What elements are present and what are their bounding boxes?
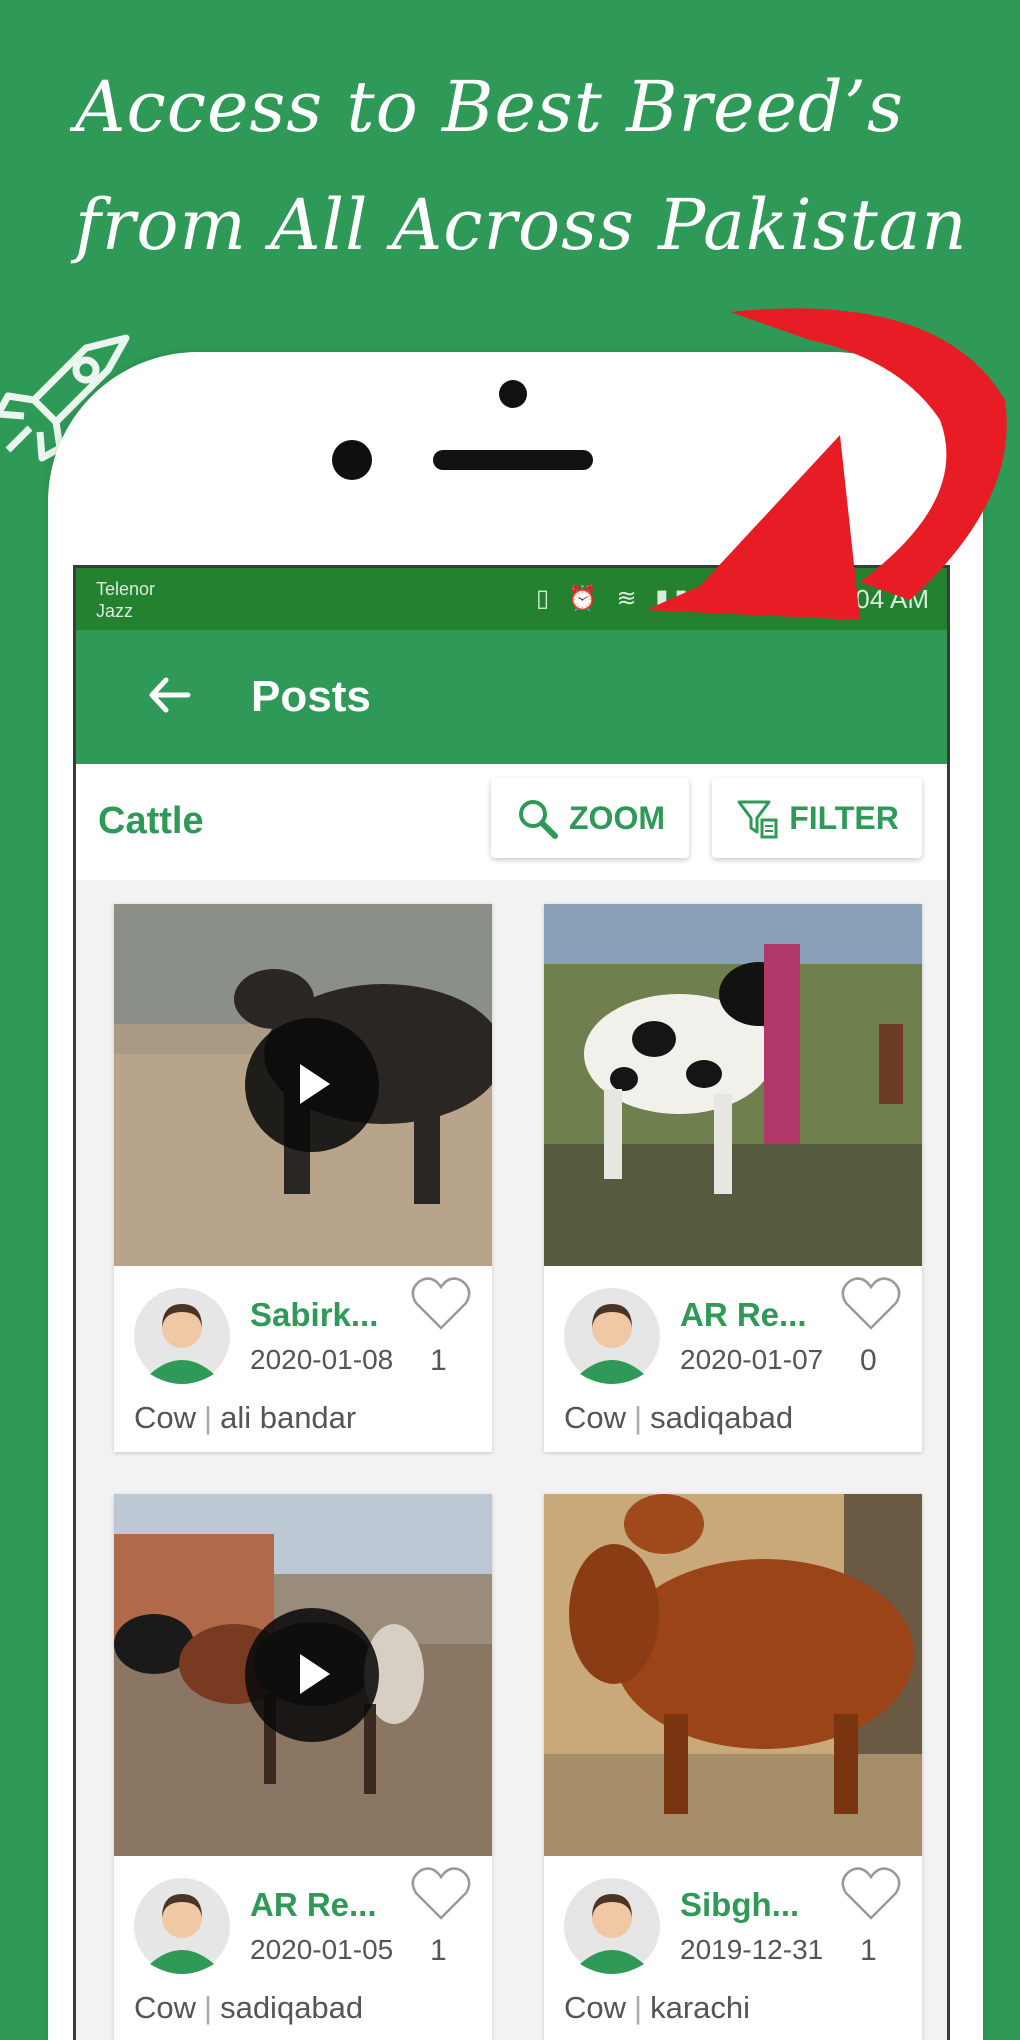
filter-button[interactable]: FILTER [712, 778, 922, 858]
like-count: 0 [860, 1344, 877, 1377]
like-count: 1 [430, 1934, 447, 1967]
post-card[interactable]: AR Re... 2020-01-07 0 Cow | sadiqabad [544, 904, 922, 1452]
like-count: 1 [860, 1934, 877, 1967]
curved-arrow-icon [646, 308, 1007, 620]
play-video-icon[interactable] [245, 1608, 379, 1742]
headline-line-1: Access to Best Breed’s [75, 66, 904, 148]
animal-type: Cow [564, 1990, 627, 2025]
avatar [134, 1288, 230, 1384]
zoom-button[interactable]: ZOOM [491, 778, 689, 858]
meta-separator: | [204, 1990, 213, 2025]
like-count: 1 [430, 1344, 447, 1377]
post-date: 2020-01-05 [250, 1934, 394, 1965]
phone-front-camera [332, 440, 372, 480]
zoom-icon [519, 800, 558, 839]
heart-icon[interactable] [410, 1864, 472, 1922]
filter-row: Cattle ZOOM FILTER [76, 764, 947, 880]
post-date: 2020-01-08 [250, 1344, 394, 1375]
meta-separator: | [634, 1990, 643, 2025]
seller-name[interactable]: AR Re... [250, 1886, 377, 1924]
heart-icon[interactable] [840, 1274, 902, 1332]
carrier-1: Telenor [96, 579, 156, 599]
headline-line-2: from All Across Pakistan [75, 184, 968, 266]
phone-sensor-dot [499, 380, 527, 408]
seller-name[interactable]: AR Re... [680, 1296, 807, 1334]
page-title: Posts [251, 672, 371, 721]
post-location: ali bandar [220, 1400, 357, 1435]
post-photo[interactable] [544, 904, 922, 1266]
post-photo[interactable] [544, 1494, 922, 1856]
category-label: Cattle [98, 800, 204, 842]
back-arrow-icon[interactable] [144, 670, 194, 720]
post-card[interactable]: AR Re... 2020-01-05 1 Cow | sadiqabad [114, 1494, 492, 2040]
carrier-2: Jazz [96, 601, 134, 621]
post-meta: Cow | sadiqabad [134, 1990, 363, 2026]
heart-icon[interactable] [410, 1274, 472, 1332]
wifi-icon: ≋ [616, 585, 643, 612]
meta-separator: | [634, 1400, 643, 1435]
filter-icon [737, 800, 778, 839]
promo-headline: Access to Best Breed’s from All Across P… [75, 48, 975, 284]
meta-separator: | [204, 1400, 213, 1435]
post-meta: Cow | sadiqabad [564, 1400, 793, 1436]
post-date: 2019-12-31 [680, 1934, 824, 1965]
phone-screen: Telenor Jazz ▯ ⏰ ≋ ▮▮ 0:04 AM Posts Catt… [73, 565, 950, 2040]
app-bar: Posts [76, 630, 947, 764]
avatar [564, 1878, 660, 1974]
post-photo[interactable] [114, 904, 492, 1266]
carrier-names: Telenor Jazz [96, 578, 155, 622]
post-photo[interactable] [114, 1494, 492, 1856]
play-video-icon[interactable] [245, 1018, 379, 1152]
seller-name[interactable]: Sibgh... [680, 1886, 799, 1924]
animal-type: Cow [134, 1400, 197, 1435]
post-meta: Cow | karachi [564, 1990, 750, 2026]
animal-type: Cow [134, 1990, 197, 2025]
post-card[interactable]: Sibgh... 2019-12-31 1 Cow | karachi [544, 1494, 922, 2040]
post-card[interactable]: Sabirk... 2020-01-08 1 Cow | ali bandar [114, 904, 492, 1452]
post-location: sadiqabad [650, 1400, 794, 1435]
post-date: 2020-01-07 [680, 1344, 824, 1375]
phone-speaker [433, 450, 593, 470]
post-location: karachi [650, 1990, 751, 2025]
avatar [564, 1288, 660, 1384]
post-meta: Cow | ali bandar [134, 1400, 356, 1436]
seller-name[interactable]: Sabirk... [250, 1296, 378, 1334]
filter-label: FILTER [789, 799, 899, 836]
zoom-label: ZOOM [569, 799, 665, 836]
post-location: sadiqabad [220, 1990, 364, 2025]
vibrate-icon: ▯ [536, 585, 556, 612]
heart-icon[interactable] [840, 1864, 902, 1922]
alarm-icon: ⏰ [567, 585, 604, 612]
avatar [134, 1878, 230, 1974]
animal-type: Cow [564, 1400, 627, 1435]
